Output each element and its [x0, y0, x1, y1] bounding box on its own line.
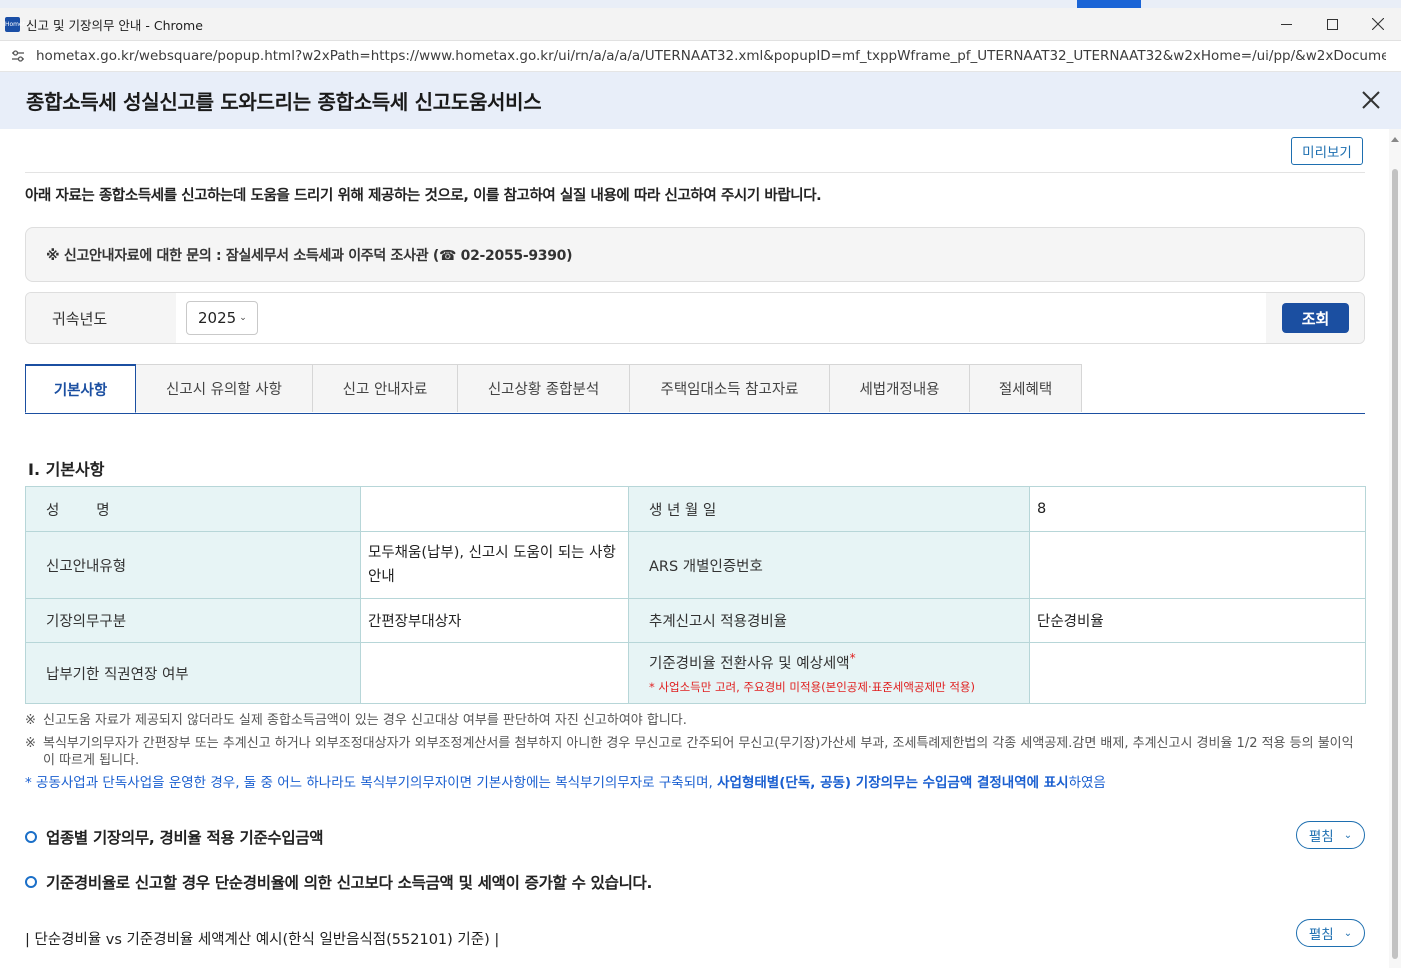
industry-standard-title: 업종별 기장의무, 경비율 적용 기준수입금액	[46, 829, 324, 847]
standard-rate-title: 기준경비율 전환사유 및 예상세액*	[649, 651, 1022, 673]
deadline-value	[360, 642, 629, 704]
year-select[interactable]: 2025 ⌄	[186, 301, 258, 335]
circle-bullet-icon	[25, 831, 37, 843]
standard-rate-warning: 기준경비율로 신고할 경우 단순경비율에 의한 신고보다 소득금액 및 세액이 …	[46, 874, 653, 892]
tab-housing-rental[interactable]: 주택임대소득 참고자료	[630, 364, 830, 412]
report-type-value: 모두채움(납부), 신고시 도움이 되는 사항 안내	[360, 531, 629, 599]
ars-value	[1029, 531, 1366, 599]
chevron-down-icon: ⌄	[1343, 829, 1353, 841]
standard-rate-note-row: * 사업소득만 고려, 주요경비 미적용(본인공제·표준세액공제만 적용)	[649, 679, 975, 694]
popup-header: 종합소득세 성실신고를 도와드리는 종합소득세 신고도움서비스	[0, 72, 1401, 129]
scroll-thumb[interactable]	[1392, 169, 1398, 959]
window-titlebar: Hometax 신고 및 기장의무 안내 - Chrome	[0, 8, 1401, 41]
close-x-icon	[1362, 91, 1380, 109]
name-label: 성 명	[25, 486, 361, 532]
year-select-value: 2025	[198, 309, 237, 327]
vertical-scrollbar[interactable]	[1389, 129, 1401, 968]
minimize-icon	[1280, 23, 1292, 25]
table-row: 성 명 생 년 월 일 8	[25, 486, 1366, 532]
report-type-label: 신고안내유형	[25, 531, 361, 599]
url-text[interactable]: hometax.go.kr/websquare/popup.html?w2xPa…	[36, 48, 1386, 64]
site-settings-icon[interactable]	[10, 48, 26, 64]
table-row: 기장의무구분 간편장부대상자 추계신고시 적용경비율 단순경비율	[25, 598, 1366, 643]
divider	[25, 172, 1365, 173]
hometax-favicon: Hometax	[5, 16, 32, 32]
contact-info-box: ※ 신고안내자료에 대한 문의 : 잠실세무서 소득세과 이주덕 조사관 (☎ …	[25, 227, 1365, 282]
maximize-icon	[1326, 18, 1338, 30]
expand-example-button[interactable]: 펼침 ⌄	[1296, 919, 1365, 947]
popup-title: 종합소득세 성실신고를 도와드리는 종합소득세 신고도움서비스	[26, 90, 542, 114]
popup-close-button[interactable]	[1359, 88, 1383, 112]
note-item: ※ 신고도움 자료가 제공되지 않더라도 실제 종합소득금액이 있는 경우 신고대…	[25, 713, 687, 728]
close-window-button[interactable]	[1355, 8, 1401, 40]
standard-rate-warning-item: 기준경비율로 신고할 경우 단순경비율에 의한 신고보다 소득금액 및 세액이 …	[25, 871, 652, 893]
address-bar: hometax.go.kr/websquare/popup.html?w2xPa…	[0, 41, 1401, 72]
birth-value: 8	[1029, 486, 1366, 532]
circle-bullet-icon	[25, 876, 37, 888]
contact-text: ※ 신고안내자료에 대한 문의 : 잠실세무서 소득세과 이주덕 조사관 (☎ …	[46, 247, 573, 264]
blue-note-bold: 사업형태별(단독, 공동) 기장의무는 수입금액 결정내역에 표시	[717, 775, 1069, 791]
section-title: Ⅰ. 기본사항	[28, 460, 105, 479]
year-label: 귀속년도	[26, 293, 176, 343]
minimize-button[interactable]	[1263, 8, 1309, 40]
table-row: 신고안내유형 모두채움(납부), 신고시 도움이 되는 사항 안내 ARS 개별…	[25, 531, 1366, 599]
table-row: 납부기한 직권연장 여부 기준경비율 전환사유 및 예상세액* * 사업소득만 …	[25, 642, 1366, 704]
example-title: | 단순경비율 vs 기준경비율 세액계산 예시(한식 일반음식점(552101…	[25, 932, 500, 948]
notes: ※ 신고도움 자료가 제공되지 않더라도 실제 종합소득금액이 있는 경우 신고대…	[25, 712, 1365, 798]
tab-tax-law-changes[interactable]: 세법개정내용	[830, 364, 970, 412]
birth-label: 생 년 월 일	[628, 486, 1030, 532]
note-text: 복식부기의무자가 간편장부 또는 추계신고 하거나 외부조정대상자가 외부조정계…	[43, 736, 1354, 768]
basic-info-table: 성 명 생 년 월 일 8 신고안내유형 모두채움(납부), 신고시 도움이 되…	[25, 486, 1366, 704]
tab-cautions[interactable]: 신고시 유의할 사항	[136, 364, 313, 412]
year-search-box: 귀속년도 2025 ⌄ 조회	[25, 292, 1365, 344]
blue-note-suffix: 하였음	[1068, 775, 1106, 791]
notice-text: 아래 자료는 종합소득세를 신고하는데 도움을 드리기 위해 제공하는 것으로,…	[25, 188, 822, 204]
expand-industry-button[interactable]: 펼침 ⌄	[1296, 821, 1365, 849]
estimated-rate-label: 추계신고시 적용경비율	[628, 598, 1030, 643]
maximize-button[interactable]	[1309, 8, 1355, 40]
window-controls	[1263, 8, 1401, 40]
tab-basic[interactable]: 기본사항	[25, 364, 136, 413]
tab-bar: 기본사항 신고시 유의할 사항 신고 안내자료 신고상황 종합분석 주택임대소득…	[25, 364, 1365, 414]
required-star: *	[849, 651, 856, 666]
bookkeeping-label: 기장의무구분	[25, 598, 361, 643]
expand-label: 펼침	[1308, 829, 1334, 845]
standard-rate-cell: 기준경비율 전환사유 및 예상세액* * 사업소득만 고려, 주요경비 미적용(…	[628, 642, 1030, 704]
estimated-rate-value: 단순경비율	[1029, 598, 1366, 643]
name-value	[360, 486, 629, 532]
search-button[interactable]: 조회	[1282, 303, 1349, 333]
note-item: ※ 복식부기의무자가 간편장부 또는 추계신고 하거나 외부조정대상자가 외부조정…	[25, 735, 1365, 769]
scroll-up-arrow-icon[interactable]	[1391, 137, 1399, 142]
window-title: 신고 및 기장의무 안내 - Chrome	[26, 17, 203, 33]
standard-rate-label: 기준경비율 전환사유 및 예상세액	[649, 655, 850, 672]
ars-label: ARS 개별인증번호	[628, 531, 1030, 599]
blue-note: * 공동사업과 단독사업을 운영한 경우, 둘 중 어느 하나라도 복식부기의무…	[25, 775, 1365, 792]
expand-label: 펼침	[1308, 927, 1334, 943]
tab-guide-data[interactable]: 신고 안내자료	[313, 364, 458, 412]
deadline-label: 납부기한 직권연장 여부	[25, 642, 361, 704]
industry-standard-item: 업종별 기장의무, 경비율 적용 기준수입금액	[25, 826, 324, 848]
blue-note-prefix: * 공동사업과 단독사업을 운영한 경우, 둘 중 어느 하나라도 복식부기의무…	[25, 775, 718, 791]
standard-rate-note: 사업소득만 고려, 주요경비 미적용(본인공제·표준세액공제만 적용)	[658, 679, 975, 694]
preview-button[interactable]: 미리보기	[1291, 137, 1363, 165]
note-text: 신고도움 자료가 제공되지 않더라도 실제 종합소득금액이 있는 경우 신고대상…	[43, 713, 687, 728]
standard-rate-value	[1029, 642, 1366, 704]
tab-filing-analysis[interactable]: 신고상황 종합분석	[458, 364, 630, 412]
chevron-down-icon: ⌄	[1343, 927, 1353, 939]
tab-tax-benefits[interactable]: 절세혜택	[970, 364, 1082, 412]
chevron-down-icon: ⌄	[239, 313, 247, 323]
close-icon	[1372, 18, 1384, 30]
bookkeeping-value: 간편장부대상자	[360, 598, 629, 643]
